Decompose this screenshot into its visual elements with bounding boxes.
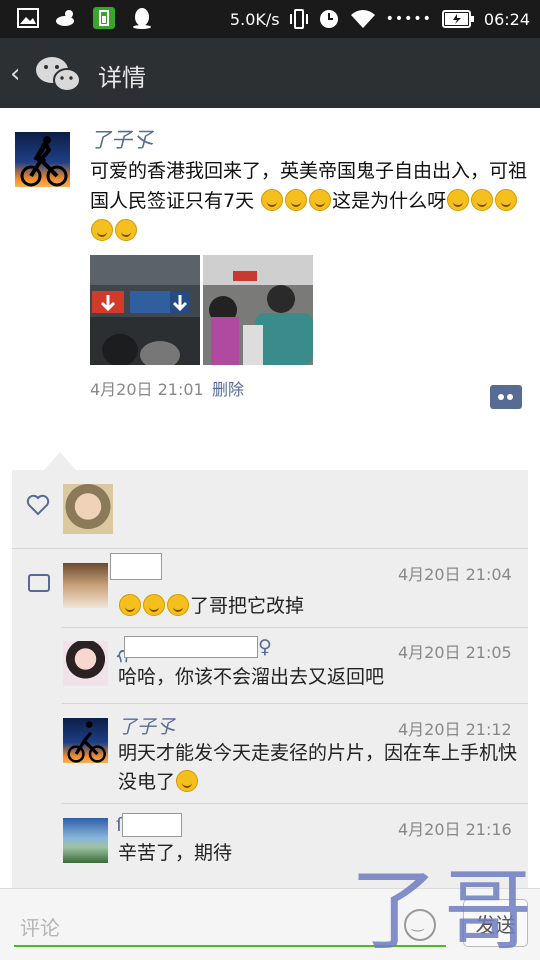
redacted-name [122,813,182,837]
comment-body: 哈哈，你该不会溜出去又返回吧 [118,666,385,688]
comment-text: 了哥把它改掉 [118,592,528,621]
divider [62,627,528,628]
signal-dots: ••••• [385,11,432,27]
title-bar: ‹ 详情 [0,38,540,108]
post-photo[interactable] [90,255,200,365]
box-pointer [44,452,76,470]
grinning-emoji-icon [167,594,189,616]
comment-timestamp: 4月20日 21:04 [398,565,512,584]
commenter-avatar[interactable] [63,718,108,763]
crowd-photo [203,255,313,365]
comment-body: 了哥把它改掉 [190,595,305,617]
battery-icon [441,10,474,28]
commenter-avatar[interactable] [63,818,108,863]
back-button[interactable]: ‹ [10,56,90,92]
comment-bubble-icon [28,574,50,592]
redacted-name [124,636,258,658]
author-avatar[interactable] [15,132,70,187]
divider [62,703,528,704]
grinning-emoji-icon [119,594,141,616]
gallery-icon [17,8,39,28]
dizzy-emoji-icon [495,189,518,211]
net-speed: 5.0K/s [229,9,280,29]
divider [12,548,528,549]
wechat-icon [36,57,81,92]
dizzy-emoji-icon [447,189,470,211]
station-photo [90,255,200,365]
vibrate-icon [289,9,308,29]
status-right: 5.0K/s ••••• 06:24 [230,8,530,30]
dizzy-emoji-icon [115,219,137,241]
heart-icon [26,494,50,516]
laughing-emoji-icon [285,189,308,211]
commenter-name[interactable]: 了子孓 [118,712,175,739]
wifi-icon [350,10,375,28]
liker-avatar[interactable] [63,484,113,534]
laughing-emoji-icon [261,189,284,211]
comment-text: 明天才能发今天走麦径的片片，因在车上手机快没电了 [118,739,528,797]
comment-menu-button[interactable] [490,385,522,409]
grinning-emoji-icon [143,594,165,616]
divider [62,803,528,804]
dizzy-emoji-icon [91,219,113,241]
post-text-part-2: 这是为什么呀 [332,190,447,212]
comment-timestamp: 4月20日 21:16 [398,820,512,839]
status-left-icons [16,6,154,30]
page-title: 详情 [98,64,146,92]
post-photo[interactable] [203,255,313,365]
status-bar: 5.0K/s ••••• 06:24 [0,0,540,38]
comment-timestamp: 4月20日 21:12 [398,720,512,739]
chevron-left-icon: ‹ [10,59,21,89]
post-timestamp: 4月20日 21:01 [90,380,204,399]
commenter-avatar[interactable] [63,563,108,608]
dizzy-emoji-icon [176,770,199,792]
weather-cloud-icon [56,10,74,26]
redacted-name [110,553,162,580]
clock-time: 06:24 [483,9,530,29]
post-text: 可爱的香港我回来了，英美帝国鬼子自由出入，可祖国人民签证只有7天 这是为什么呀 [90,156,530,246]
gender-female-icon: ♀ [258,636,272,658]
dizzy-emoji-icon [471,189,494,211]
cyclist-silhouette-icon [20,136,68,187]
author-name[interactable]: 了子孓 [90,124,153,154]
comment-timestamp: 4月20日 21:05 [398,643,512,662]
qq-icon [133,8,151,29]
watermark: 了哥 [350,859,539,960]
delete-link[interactable]: 删除 [212,376,244,400]
battery-app-icon [93,7,115,29]
cyclist-silhouette-icon [67,721,106,763]
laughing-emoji-icon [309,189,332,211]
commenter-avatar[interactable] [63,641,108,686]
alarm-clock-icon [319,10,338,28]
